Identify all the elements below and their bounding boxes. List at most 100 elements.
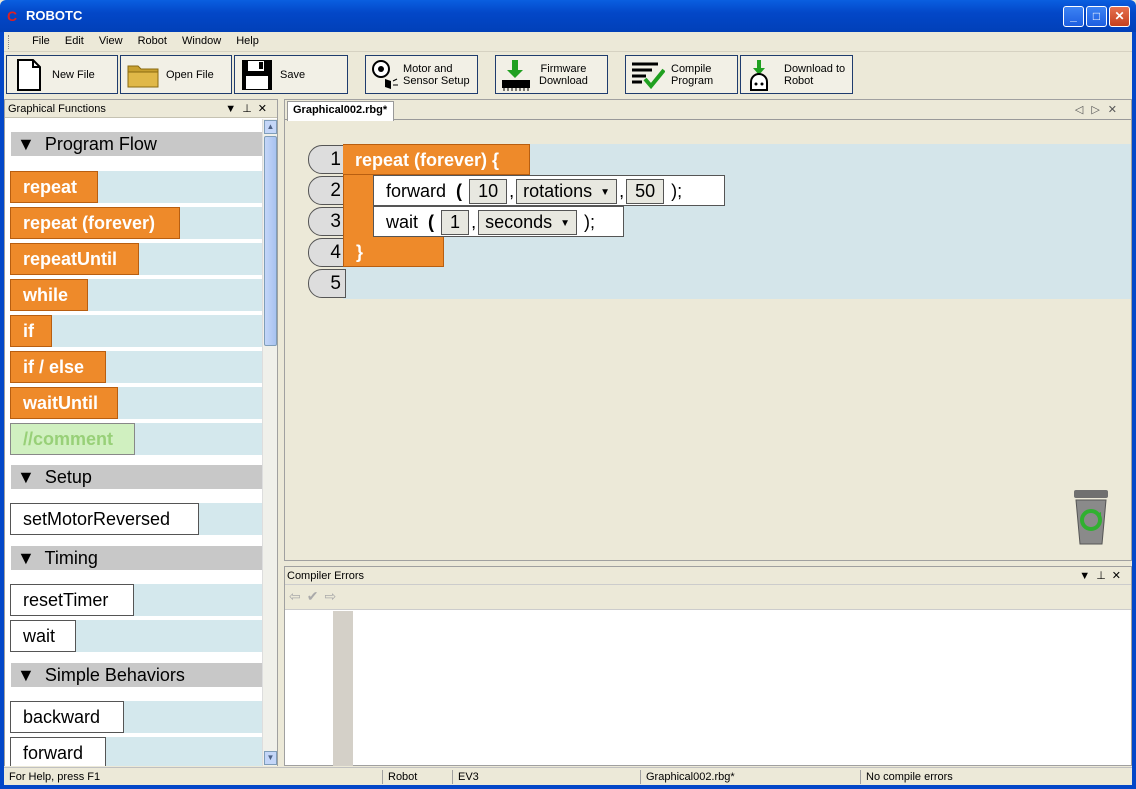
floppy-disk-icon — [240, 58, 274, 92]
status-compile: No compile errors — [866, 771, 953, 783]
trash-bin-icon[interactable] — [1070, 488, 1112, 546]
menu-window[interactable]: Window — [176, 32, 227, 47]
block-if[interactable]: if — [10, 315, 52, 347]
panel-controls: ▼⊥✕ — [225, 102, 273, 115]
open-file-label: Open File — [166, 68, 214, 81]
section-program-flow[interactable]: ▼ Program Flow — [11, 132, 263, 156]
comma: , — [471, 212, 477, 232]
block-repeat-forever[interactable]: repeat (forever) — [10, 207, 180, 239]
section-setup[interactable]: ▼ Setup — [11, 465, 263, 489]
firmware-label: Firmware Download — [539, 63, 588, 87]
block-backward[interactable]: backward — [10, 701, 124, 733]
menu-view[interactable]: View — [93, 32, 129, 47]
close-button[interactable]: ✕ — [1109, 6, 1130, 27]
palette-scrollbar[interactable]: ▲ ▼ — [262, 119, 277, 766]
repeat-block-close[interactable]: } — [343, 237, 444, 267]
scroll-up-icon[interactable]: ▲ — [264, 120, 277, 134]
code-canvas[interactable]: 1 2 3 4 5 repeat (forever) { forward ( 1… — [288, 124, 1131, 558]
block-forward[interactable]: forward — [10, 737, 106, 766]
tab-close-icon[interactable]: ✕ — [1108, 104, 1125, 116]
forward-distance-field[interactable]: 10 — [469, 179, 508, 204]
forward-speed-field[interactable]: 50 — [626, 179, 665, 204]
compiler-panel-controls: ▼⊥✕ — [1079, 569, 1127, 582]
menu-help[interactable]: Help — [230, 32, 265, 47]
panel-close-icon[interactable]: ✕ — [1112, 570, 1127, 582]
section-label: Setup — [44, 467, 92, 487]
line-number[interactable]: 4 — [308, 238, 346, 267]
window-title: ROBOTC — [26, 8, 83, 23]
pin-icon[interactable]: ⊥ — [242, 103, 258, 115]
line-number[interactable]: 5 — [308, 269, 346, 298]
block-comment[interactable]: //comment — [10, 423, 135, 455]
pin-icon[interactable]: ⊥ — [1096, 570, 1112, 582]
wait-statement[interactable]: wait ( 1, seconds ▼ ); — [373, 206, 624, 237]
status-divider — [640, 770, 641, 784]
forward-units-value: rotations — [523, 181, 593, 201]
toolbar: New File Open File Save Motor and Sensor … — [4, 53, 1132, 97]
panel-title: Graphical Functions — [8, 103, 106, 115]
panel-menu-icon[interactable]: ▼ — [1079, 570, 1096, 582]
close-paren: ); — [671, 181, 683, 201]
scroll-down-icon[interactable]: ▼ — [264, 751, 277, 765]
repeat-forever-statement[interactable]: repeat (forever) { — [343, 144, 530, 175]
minimize-button[interactable]: _ — [1063, 6, 1084, 27]
compiler-errors-panel: Compiler Errors ▼⊥✕ ⇦✔⇨ — [284, 566, 1132, 766]
compiler-gutter — [333, 611, 353, 766]
scroll-thumb[interactable] — [264, 136, 277, 346]
wait-time-field[interactable]: 1 — [441, 210, 470, 235]
firmware-chip-icon — [501, 58, 531, 92]
panel-close-icon[interactable]: ✕ — [258, 103, 273, 115]
wait-units-dropdown[interactable]: seconds ▼ — [478, 210, 578, 235]
tab-scroll-left-icon[interactable]: ◁ — [1075, 104, 1091, 116]
status-divider — [382, 770, 383, 784]
menu-edit[interactable]: Edit — [59, 32, 90, 47]
motor-label-line1: Motor and — [403, 62, 453, 75]
status-file: Graphical002.rbg* — [646, 771, 735, 783]
menu-robot[interactable]: Robot — [132, 32, 173, 47]
section-timing[interactable]: ▼ Timing — [11, 546, 263, 570]
download-to-robot-button[interactable]: Download to Robot — [740, 55, 853, 94]
download-robot-icon — [746, 58, 772, 92]
block-repeat-until[interactable]: repeatUntil — [10, 243, 139, 275]
new-file-label: New File — [52, 68, 95, 81]
check-icon[interactable]: ✔ — [307, 588, 325, 604]
motor-sensor-icon — [371, 58, 399, 92]
title-bar: C ROBOTC _ □ ✕ — [0, 0, 1136, 32]
panel-menu-icon[interactable]: ▼ — [225, 103, 242, 115]
block-reset-timer[interactable]: resetTimer — [10, 584, 134, 616]
function-palette: ▼ Program Flow repeat repeat (forever) r… — [5, 119, 263, 766]
next-error-icon[interactable]: ⇨ — [324, 588, 342, 604]
previous-error-icon[interactable]: ⇦ — [289, 588, 307, 604]
dropdown-arrow-icon: ▼ — [560, 217, 571, 229]
line-number[interactable]: 1 — [308, 145, 346, 174]
block-while[interactable]: while — [10, 279, 88, 311]
menubar-grip — [8, 35, 21, 49]
tab-scroll-right-icon[interactable]: ▷ — [1091, 104, 1107, 116]
maximize-button[interactable]: □ — [1086, 6, 1107, 27]
motor-sensor-setup-button[interactable]: Motor and Sensor Setup — [365, 55, 478, 94]
block-set-motor-reversed[interactable]: setMotorReversed — [10, 503, 199, 535]
save-button[interactable]: Save — [234, 55, 348, 94]
expand-triangle-icon: ▼ — [17, 548, 35, 568]
forward-statement[interactable]: forward ( 10, rotations ▼, 50 ); — [373, 175, 725, 206]
status-robot: Robot — [388, 771, 418, 783]
menu-file[interactable]: File — [26, 32, 56, 47]
motor-label-line2: Sensor Setup — [403, 74, 470, 87]
firmware-download-button[interactable]: Firmware Download — [495, 55, 608, 94]
block-repeat[interactable]: repeat — [10, 171, 98, 203]
block-if-else[interactable]: if / else — [10, 351, 106, 383]
line-number[interactable]: 3 — [308, 207, 346, 236]
new-file-button[interactable]: New File — [6, 55, 118, 94]
firmware-label-line2: Download — [539, 74, 588, 87]
forward-units-dropdown[interactable]: rotations ▼ — [516, 179, 618, 204]
block-wait-until[interactable]: waitUntil — [10, 387, 118, 419]
line-number[interactable]: 2 — [308, 176, 346, 205]
firmware-label-line1: Firmware — [540, 62, 587, 75]
section-label: Simple Behaviors — [44, 665, 185, 685]
open-file-button[interactable]: Open File — [120, 55, 232, 94]
block-wait[interactable]: wait — [10, 620, 76, 652]
compile-program-button[interactable]: Compile Program — [625, 55, 738, 94]
robotc-logo-icon: C — [7, 8, 18, 24]
tab-graphical002[interactable]: Graphical002.rbg* — [287, 101, 395, 121]
section-simple-behaviors[interactable]: ▼ Simple Behaviors — [11, 663, 263, 687]
